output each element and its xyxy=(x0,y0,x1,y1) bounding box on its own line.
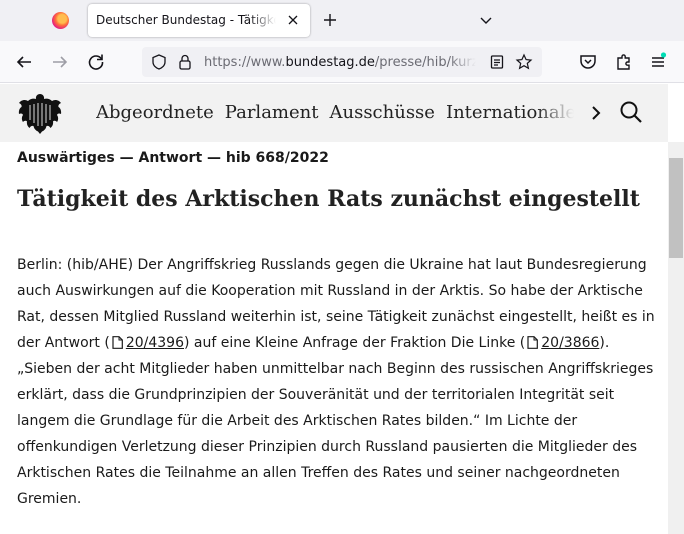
bookmark-star-icon[interactable] xyxy=(515,53,533,71)
article-content: Auswärtiges — Antwort — hib 668/2022 Tät… xyxy=(0,142,668,534)
reader-view-icon[interactable] xyxy=(488,53,506,71)
article-body: Berlin: (hib/AHE) Der Angriffskrieg Russ… xyxy=(17,252,657,512)
bundestag-eagle-logo[interactable] xyxy=(16,90,64,136)
search-icon[interactable] xyxy=(618,99,644,125)
article-text-3: ). „Sieben der acht Mitglieder haben unm… xyxy=(17,335,654,507)
shield-icon[interactable] xyxy=(150,53,168,71)
firefox-view-icon[interactable] xyxy=(52,12,69,29)
nav-item-abgeordnete[interactable]: Abgeordnete xyxy=(96,102,214,123)
lock-icon[interactable] xyxy=(176,53,194,71)
tab-close-icon[interactable] xyxy=(284,11,302,29)
url-prefix: https://www. xyxy=(204,55,286,70)
navigation-toolbar: https://www.bundestag.de/presse/hib/kurz… xyxy=(0,41,684,83)
article-text-2: ) auf eine Kleine Anfrage der Fraktion D… xyxy=(184,335,526,351)
new-tab-plus-icon[interactable] xyxy=(320,10,340,30)
url-path: /presse/hib/kurzmeldungen-898150 xyxy=(374,55,476,70)
list-all-tabs-chevron-icon[interactable] xyxy=(476,10,496,30)
url-text[interactable]: https://www.bundestag.de/presse/hib/kurz… xyxy=(204,55,476,70)
document-icon xyxy=(527,336,539,349)
nav-item-internationales[interactable]: Internationales xyxy=(446,102,574,123)
main-navigation: Abgeordnete Parlament Ausschüsse Internatio… xyxy=(96,102,574,128)
article-headline: Tätigkeit des Arktischen Rats zunächst e… xyxy=(17,186,640,212)
tab-title: Deutscher Bundestag - Tätigkeit des Arkt… xyxy=(96,13,276,27)
tab-bundestag[interactable]: Deutscher Bundestag - Tätigkeit des Arkt… xyxy=(88,4,310,37)
back-arrow-icon[interactable] xyxy=(12,50,36,74)
extensions-puzzle-icon[interactable] xyxy=(612,50,636,74)
nav-next-chevron-icon[interactable] xyxy=(586,103,606,123)
nav-item-parlament[interactable]: Parlament xyxy=(225,102,319,123)
forward-arrow-icon[interactable] xyxy=(48,50,72,74)
nav-item-ausschuesse[interactable]: Ausschüsse xyxy=(329,102,434,123)
page-scrollbar[interactable] xyxy=(668,142,684,534)
site-header: Abgeordnete Parlament Ausschüsse Internatio… xyxy=(0,84,668,142)
tab-strip: Deutscher Bundestag - Tätigkeit des Arkt… xyxy=(0,0,684,41)
article-kicker: Auswärtiges — Antwort — hib 668/2022 xyxy=(17,150,329,166)
document-icon xyxy=(112,336,123,349)
scrollbar-thumb[interactable] xyxy=(669,158,683,258)
address-bar[interactable]: https://www.bundestag.de/presse/hib/kurz… xyxy=(142,47,542,77)
app-menu-hamburger-icon[interactable] xyxy=(646,50,670,74)
url-domain: bundestag.de xyxy=(285,55,375,70)
reload-icon[interactable] xyxy=(84,50,108,74)
drucksache-link-1[interactable]: 20/4396 xyxy=(126,335,184,351)
drucksache-link-2[interactable]: 20/3866 xyxy=(541,335,599,351)
pocket-icon[interactable] xyxy=(576,50,600,74)
